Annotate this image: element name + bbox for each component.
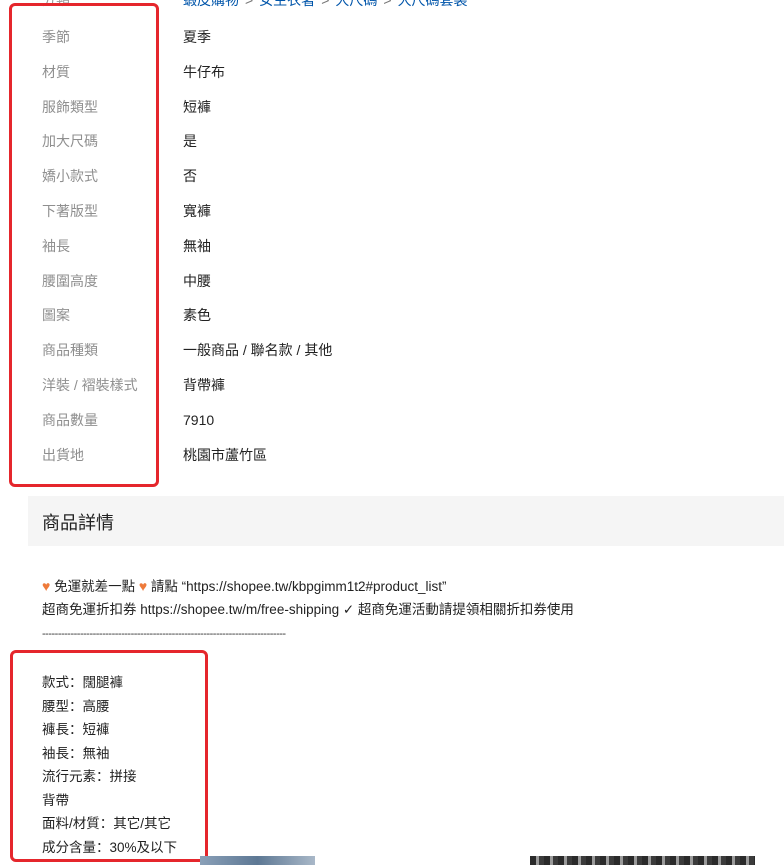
spec-value: 素色 <box>183 307 211 324</box>
chevron-right-icon: > <box>245 0 254 8</box>
spec-value: 否 <box>183 168 197 185</box>
product-detail-header: 商品詳情 <box>28 496 784 546</box>
description-divider: ----------------------------------------… <box>42 628 286 640</box>
spec-value: 7910 <box>183 411 215 428</box>
section-title: 商品詳情 <box>42 513 114 533</box>
breadcrumb: 蝦皮購物 > 女生衣著 > 大尺碼 > 大尺碼套裝 <box>183 0 468 9</box>
description-line-free-shipping: ♥ 免運就差一點 ♥ 請點 “https://shopee.tw/kbpgimm… <box>42 577 782 601</box>
highlight-box-spec-keys <box>9 3 159 487</box>
breadcrumb-item-shopee[interactable]: 蝦皮購物 <box>183 0 239 8</box>
breadcrumb-item-plus-size[interactable]: 大尺碼 <box>335 0 377 8</box>
spec-value: 桃園市蘆竹區 <box>183 446 267 463</box>
description-line-coupon: 超商免運折扣券 https://shopee.tw/m/free-shippin… <box>42 602 574 617</box>
product-image-strip <box>530 856 755 865</box>
spec-value: 是 <box>183 133 197 150</box>
spec-value: 背帶褲 <box>183 376 225 393</box>
free-shipping-text: 免運就差一點 <box>54 579 136 594</box>
product-description: ♥ 免運就差一點 ♥ 請點 “https://shopee.tw/kbpgimm… <box>42 577 782 625</box>
spec-value: 短褲 <box>183 98 211 115</box>
chevron-right-icon: > <box>383 0 392 8</box>
chevron-right-icon: > <box>321 0 330 8</box>
breadcrumb-item-plus-size-set[interactable]: 大尺碼套裝 <box>398 0 468 8</box>
spec-value: 夏季 <box>183 29 211 45</box>
heart-icon: ♥ <box>42 578 51 594</box>
spec-value: 中腰 <box>183 272 211 289</box>
product-image-strip <box>200 856 315 865</box>
highlight-box-attributes <box>10 650 208 862</box>
spec-value: 牛仔布 <box>183 63 225 80</box>
spec-value: 寬褲 <box>183 202 211 219</box>
breadcrumb-item-womens-wear[interactable]: 女生衣著 <box>259 0 315 8</box>
product-list-link-text[interactable]: 請點 “https://shopee.tw/kbpgimm1t2#product… <box>151 579 447 594</box>
heart-icon: ♥ <box>138 578 148 594</box>
spec-value: 一般商品 / 聯名款 / 其他 <box>183 342 333 359</box>
spec-value: 無袖 <box>183 237 211 254</box>
